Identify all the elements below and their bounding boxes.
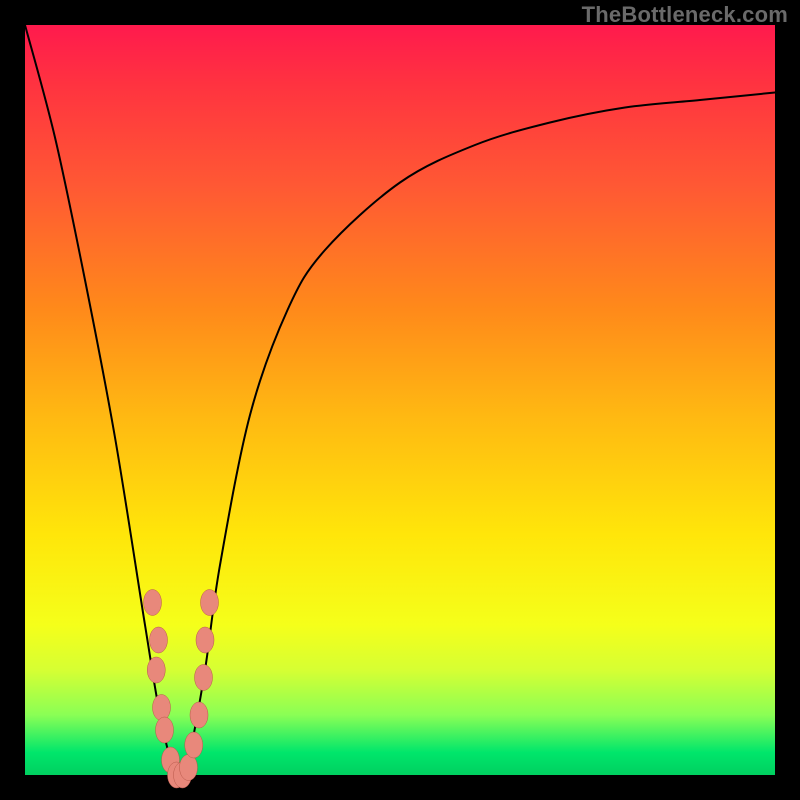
data-marker [150, 627, 168, 653]
plot-area [25, 25, 775, 775]
bottleneck-curve [25, 25, 775, 775]
data-marker [156, 717, 174, 743]
data-marker [195, 665, 213, 691]
chart-frame: TheBottleneck.com [0, 0, 800, 800]
curve-path [25, 25, 775, 780]
data-marker [147, 657, 165, 683]
data-marker [185, 732, 203, 758]
data-marker [180, 755, 198, 781]
data-marker [190, 702, 208, 728]
data-marker [144, 590, 162, 616]
data-marker [196, 627, 214, 653]
data-marker [201, 590, 219, 616]
data-marker [153, 695, 171, 721]
